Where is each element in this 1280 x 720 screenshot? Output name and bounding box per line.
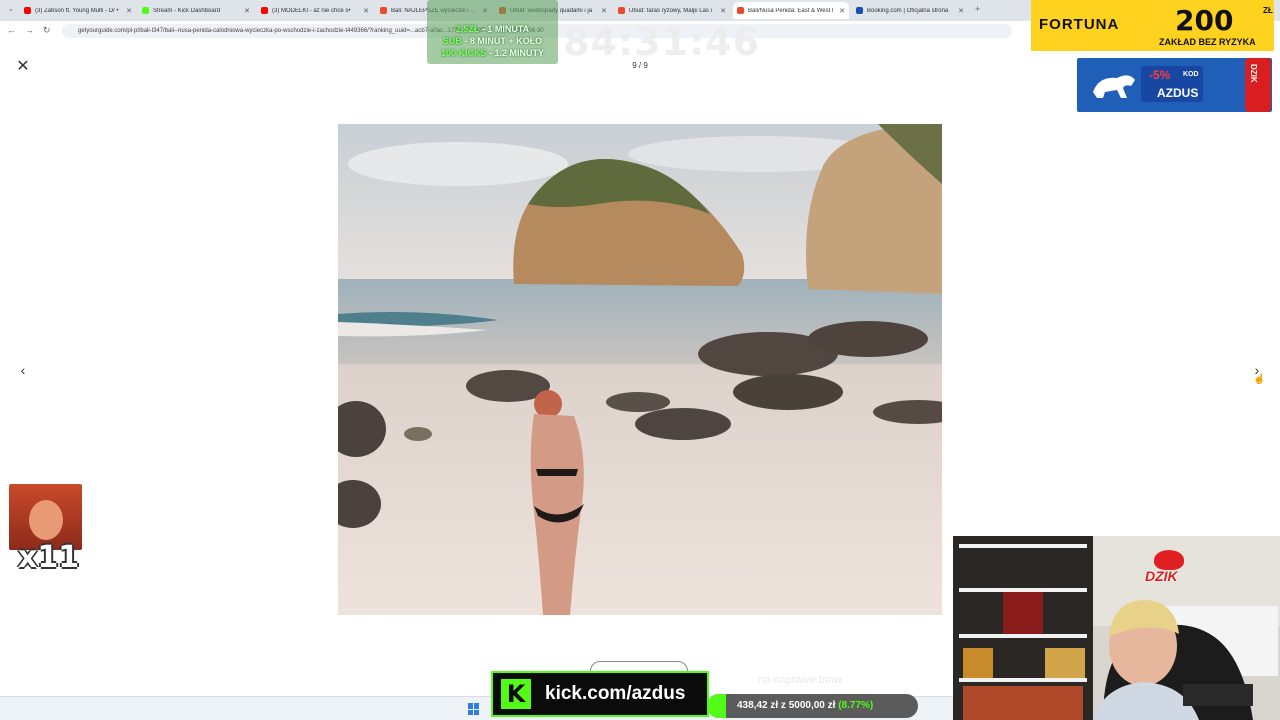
back-icon[interactable]: ←: [7, 25, 16, 35]
stream-timer: 84:31:46: [563, 20, 761, 64]
tab-title: (3) MODELKI - az nie chce s•: [272, 7, 351, 14]
dzik-discount-banner: -5% KOD AZDUS DZIK: [1077, 58, 1272, 112]
donation-goal-caption: na naprawe bmw: [758, 674, 842, 686]
new-tab-icon[interactable]: +: [975, 4, 980, 14]
donation-goal-fill: [707, 694, 726, 718]
close-gallery-button[interactable]: ✕: [14, 58, 32, 76]
getyourguide-favicon-icon: [618, 7, 625, 14]
close-tab-icon[interactable]: ✕: [363, 7, 369, 15]
close-tab-icon[interactable]: ✕: [720, 7, 726, 15]
tab-8[interactable]: Booking.com | Oficjalna strona ✕: [852, 2, 968, 19]
stream-sub-alert: 2,5ZŁ - 1 MINUTA SUB - 8 MINUT + KOŁO 10…: [427, 0, 558, 64]
discount-code: AZDUS: [1157, 86, 1199, 100]
tab-title: Stream - Kick Dashboard: [153, 7, 221, 14]
getyourguide-favicon-icon: [737, 7, 744, 14]
streamer-webcam: [953, 536, 1280, 720]
fortuna-currency: ZŁ: [1263, 6, 1273, 15]
fortuna-brand: FORTUNA: [1039, 16, 1120, 33]
prev-photo-button[interactable]: ‹: [14, 361, 32, 379]
dzik-bull-icon: [1154, 550, 1184, 570]
dzik-logo-text: DZIK: [1145, 568, 1178, 584]
youtube-favicon-icon: [24, 7, 31, 14]
donation-goal-bar: 438,42 zł z 5000,00 zł (8.77%): [707, 694, 918, 718]
tab-title: Ubud: taras ryzowy, Malpi Las i: [629, 7, 712, 14]
youtube-favicon-icon: [261, 7, 268, 14]
booking-favicon-icon: [856, 7, 863, 14]
tab-title: (3) Zabson ft. Young Multi - D/ •: [35, 7, 119, 14]
fortuna-subtitle: ZAKŁAD BEZ RYZYKA: [1159, 37, 1256, 47]
emote-face-icon: [29, 500, 63, 540]
mouse-cursor-icon: ☝: [1253, 374, 1266, 385]
beach-photo-illustration: [338, 124, 942, 615]
getyourguide-favicon-icon: [380, 7, 387, 14]
kick-logo-icon: K: [501, 679, 531, 709]
tab-3[interactable]: (3) MODELKI - az nie chce s• ✕: [257, 2, 373, 19]
bull-icon: [1093, 75, 1135, 98]
webcam-scene-illustration: [953, 536, 1280, 720]
donation-goal-text: 438,42 zł z 5000,00 zł (8.77%): [737, 700, 874, 711]
kick-channel-banner: K kick.com/azdus: [491, 671, 709, 717]
tab-6[interactable]: Ubud: taras ryzowy, Malpi Las i ✕: [614, 2, 730, 19]
sub-alert-line-3: 100 KICKS - 1.2 MINUTY: [440, 48, 545, 58]
gallery-photo: [338, 124, 942, 615]
tab-2[interactable]: Stream - Kick Dashboard ✕: [138, 2, 254, 19]
tab-title: Bali/Nusa Penida: East & West I: [748, 7, 834, 14]
fortuna-ad-banner: FORTUNA 200 ZŁ ZAKŁAD BEZ RYZYKA: [1031, 0, 1274, 51]
can-label: DZIK: [1249, 64, 1258, 83]
fortuna-amount: 200: [1175, 4, 1234, 37]
kick-channel-url: kick.com/azdus: [545, 683, 686, 704]
close-tab-icon[interactable]: ✕: [839, 7, 845, 15]
discount-kod-label: KOD: [1183, 71, 1199, 78]
forward-icon[interactable]: →: [25, 25, 34, 35]
emote-multiplier: x11: [18, 540, 80, 575]
close-tab-icon[interactable]: ✕: [244, 7, 250, 15]
windows-start-icon[interactable]: [468, 703, 480, 715]
close-tab-icon[interactable]: ✕: [958, 7, 964, 15]
discount-percent: -5%: [1149, 68, 1171, 82]
kick-favicon-icon: [142, 7, 149, 14]
sub-alert-line-2: SUB - 8 MINUT + KOŁO: [442, 36, 543, 46]
close-tab-icon[interactable]: ✕: [601, 7, 607, 15]
sub-alert-line-1: 2,5ZŁ - 1 MINUTA: [455, 24, 530, 34]
dzik-brand-logo: DZIK: [1144, 550, 1196, 588]
reload-icon[interactable]: ↻: [43, 25, 51, 36]
tab-search-icon[interactable]: ⌄: [8, 5, 14, 13]
close-tab-icon[interactable]: ✕: [126, 7, 132, 15]
tab-7-active[interactable]: Bali/Nusa Penida: East & West I ✕: [733, 2, 849, 19]
tab-title: Booking.com | Oficjalna strona: [867, 7, 949, 14]
tab-1[interactable]: (3) Zabson ft. Young Multi - D/ • ✕: [20, 2, 136, 19]
